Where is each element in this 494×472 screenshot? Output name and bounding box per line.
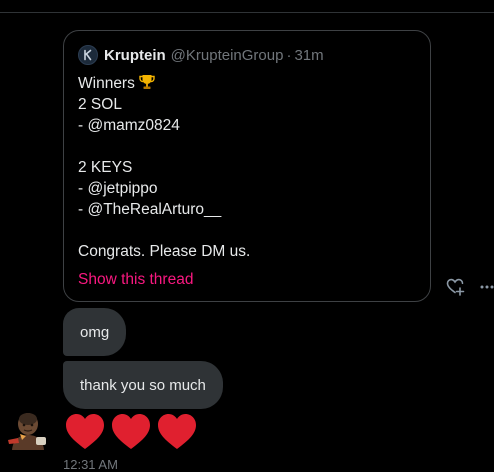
header-separator: ·	[286, 46, 292, 64]
message-bubble[interactable]: thank you so much	[63, 361, 223, 409]
message-bubble[interactable]: omg	[63, 308, 127, 356]
message-timestamp: 12:31 AM	[63, 457, 118, 472]
quoted-tweet-card[interactable]: Kruptein @KrupteinGroup · 31m Winners 2 …	[63, 30, 431, 302]
more-options-icon[interactable]	[480, 280, 494, 294]
kruptein-avatar[interactable]	[78, 45, 98, 65]
author-handle[interactable]: @KrupteinGroup	[171, 47, 284, 64]
add-reaction-icon[interactable]	[444, 275, 466, 297]
tweet-line: 2 KEYS	[78, 159, 133, 176]
tweet-line-winners: Winners	[78, 73, 418, 94]
show-thread-link[interactable]: Show this thread	[78, 271, 193, 289]
red-heart-icon	[158, 414, 196, 449]
top-divider	[0, 12, 494, 13]
tweet-line: Congrats. Please DM us.	[78, 243, 251, 260]
trophy-icon	[138, 73, 156, 97]
quoted-tweet-text: Winners 2 SOL - @mamz0824 2 KEYS - @jetp…	[78, 73, 418, 262]
sender-avatar[interactable]	[6, 410, 52, 450]
red-heart-icon	[66, 414, 104, 449]
tweet-time[interactable]: 31m	[294, 47, 323, 64]
kruptein-logo-icon	[84, 49, 92, 61]
reaction-emoji-row	[64, 412, 198, 452]
quoted-tweet-header: Kruptein @KrupteinGroup · 31m	[78, 45, 324, 65]
tweet-line-mention: - @jetpippo	[78, 180, 158, 197]
tweet-line: 2 SOL	[78, 96, 122, 113]
tweet-line-mention: - @TheRealArturo__	[78, 201, 222, 218]
red-heart-icon	[112, 414, 150, 449]
tweet-line-mention: - @mamz0824	[78, 117, 180, 134]
author-name[interactable]: Kruptein	[104, 47, 166, 64]
